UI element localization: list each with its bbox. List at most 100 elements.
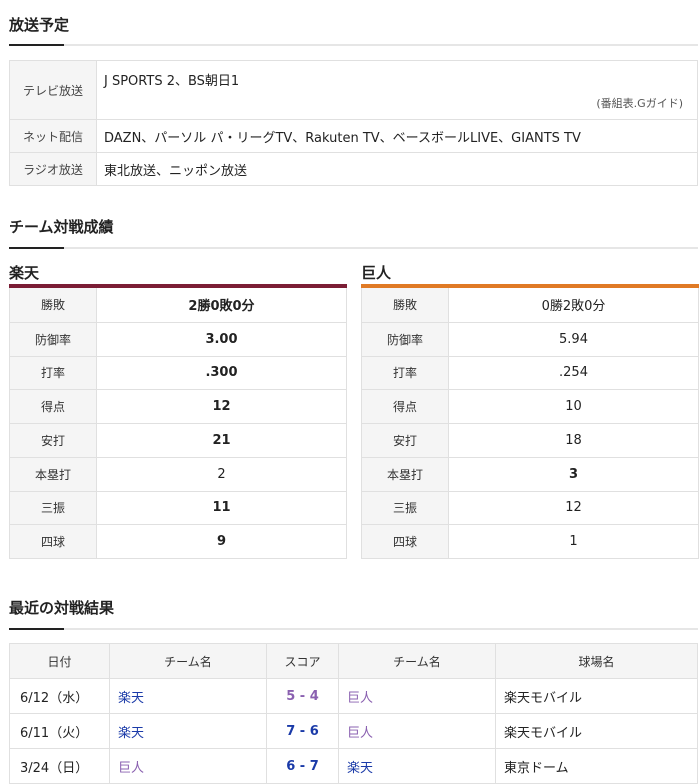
stat-value: 9 xyxy=(216,534,227,550)
stat-label: 勝敗 xyxy=(362,288,449,322)
result-date: 6/11（火） xyxy=(20,725,89,741)
broadcast-table: テレビ放送 J SPORTS 2、BS朝日1 (番組表.Gガイド) ネット配信 … xyxy=(9,60,698,186)
stat-label: 打率 xyxy=(10,356,97,390)
result-park: 楽天モバイル xyxy=(495,678,698,714)
stat-row-rakuten: 防御率 3.00 xyxy=(10,321,346,356)
stat-value: 5.94 xyxy=(559,331,588,347)
stat-label: 安打 xyxy=(10,424,97,457)
team-stats-giants: 巨人 勝敗 0勝2敗0分防御率 5.94 打率 .254 得点 10 安打 18 本塁打 3 三振 12… xyxy=(361,262,699,559)
result-team2-link[interactable]: 巨人 xyxy=(347,726,373,741)
stat-value: 12 xyxy=(565,500,582,516)
stat-row-rakuten: 得点 12 xyxy=(10,389,346,423)
result-date: 6/11（火） xyxy=(9,713,110,749)
stat-row-giants: 防御率 5.94 xyxy=(362,321,698,356)
recent-results-section-rule xyxy=(9,628,698,630)
broadcast-value-tv: J SPORTS 2、BS朝日1 xyxy=(104,74,240,89)
stat-row-rakuten: 本塁打 2 xyxy=(10,456,346,491)
result-score-cell: 5 - 4 xyxy=(266,678,339,714)
team-record-section-title: チーム対戦成績 xyxy=(9,218,114,236)
stat-label: 得点 xyxy=(362,390,449,423)
stat-value: 2勝0敗0分 xyxy=(188,299,255,315)
result-team2-cell: 巨人 xyxy=(338,713,496,749)
stat-label: 本塁打 xyxy=(362,457,449,491)
broadcast-section-title: 放送予定 xyxy=(9,16,70,34)
stat-row-giants: 打率 .254 xyxy=(362,355,698,390)
result-score-cell: 7 - 6 xyxy=(266,713,339,749)
team-record-section-rule xyxy=(9,247,698,249)
header-score: スコア xyxy=(266,643,339,679)
result-team2-link[interactable]: 楽天 xyxy=(347,761,373,776)
stat-label: 得点 xyxy=(10,390,97,423)
result-row: 3/24（日） 巨人 6 - 7 楽天 東京ドーム xyxy=(9,748,698,784)
broadcast-label-tv: テレビ放送 xyxy=(10,61,97,119)
stat-value: 2 xyxy=(217,466,226,482)
stats-table-rakuten: 勝敗 2勝0敗0分 防御率 3.00 打率 .300 得点 12 安打 21 本塁打 2 三振 11 四球 9 xyxy=(9,288,347,559)
stat-row-giants: 得点 10 xyxy=(362,389,698,423)
result-score-link[interactable]: 6 - 7 xyxy=(286,759,319,774)
broadcast-row-net: ネット配信 DAZN、パーソル パ・リーグTV、Rakuten TV、ベースボー… xyxy=(10,119,697,152)
stat-value: 3 xyxy=(568,466,579,482)
result-team2-cell: 楽天 xyxy=(338,748,496,784)
stat-value: 11 xyxy=(212,500,231,516)
stat-row-giants: 三振 12 xyxy=(362,490,698,525)
stat-value: 21 xyxy=(212,432,231,448)
result-score-link[interactable]: 7 - 6 xyxy=(286,724,319,739)
result-team2-cell: 巨人 xyxy=(338,678,496,714)
result-park: 東京ドーム xyxy=(504,760,569,776)
stat-value: 18 xyxy=(565,432,582,448)
stat-value: 0勝2敗0分 xyxy=(541,299,606,315)
result-park: 楽天モバイル xyxy=(504,690,583,706)
tv-guide-link[interactable]: (番組表.Gガイド) xyxy=(596,95,683,111)
stat-row-giants: 本塁打 3 xyxy=(362,456,698,491)
result-team2-link[interactable]: 巨人 xyxy=(347,691,373,706)
recent-results-section-title: 最近の対戦結果 xyxy=(9,599,115,617)
stat-row-giants: 安打 18 xyxy=(362,423,698,457)
broadcast-row-radio: ラジオ放送 東北放送、ニッポン放送 xyxy=(10,152,697,185)
result-team1-cell: 楽天 xyxy=(109,713,267,749)
stat-value: 10 xyxy=(565,399,582,415)
result-team1-link[interactable]: 楽天 xyxy=(118,691,144,706)
result-park: 楽天モバイル xyxy=(495,713,698,749)
stat-label: 防御率 xyxy=(10,322,97,356)
stat-label: 安打 xyxy=(362,424,449,457)
broadcast-value-radio: 東北放送、ニッポン放送 xyxy=(104,163,248,179)
result-score-cell: 6 - 7 xyxy=(266,748,339,784)
header-team1: チーム名 xyxy=(109,643,267,679)
stat-label: 四球 xyxy=(10,525,97,558)
result-row: 6/11（火） 楽天 7 - 6 巨人 楽天モバイル xyxy=(9,713,698,749)
result-park: 楽天モバイル xyxy=(504,725,583,741)
stat-label: 三振 xyxy=(10,491,97,525)
stat-row-rakuten: 打率 .300 xyxy=(10,355,346,390)
result-park: 東京ドーム xyxy=(495,748,698,784)
result-date: 6/12（水） xyxy=(20,690,89,706)
result-date: 6/12（水） xyxy=(9,678,110,714)
stat-row-giants: 勝敗 0勝2敗0分 xyxy=(362,288,698,322)
stat-value: .254 xyxy=(559,365,588,381)
stat-row-rakuten: 三振 11 xyxy=(10,490,346,525)
stat-value: 12 xyxy=(212,399,231,415)
stat-value: 3.00 xyxy=(205,331,238,347)
stats-table-giants: 勝敗 0勝2敗0分防御率 5.94 打率 .254 得点 10 安打 18 本塁打 3 三振 12 四球 1 xyxy=(361,288,699,559)
stat-row-rakuten: 安打 21 xyxy=(10,423,346,457)
result-row: 6/12（水） 楽天 5 - 4 巨人 楽天モバイル xyxy=(9,678,698,714)
stat-label: 打率 xyxy=(362,356,449,390)
result-team1-link[interactable]: 巨人 xyxy=(118,761,144,776)
result-score-link[interactable]: 5 - 4 xyxy=(286,689,319,704)
broadcast-label-radio: ラジオ放送 xyxy=(10,153,97,185)
stat-value: 1 xyxy=(569,534,578,550)
broadcast-row-tv: テレビ放送 J SPORTS 2、BS朝日1 (番組表.Gガイド) xyxy=(10,61,697,119)
header-date: 日付 xyxy=(9,643,110,679)
result-team1-cell: 巨人 xyxy=(109,748,267,784)
team-stats-rakuten: 楽天 勝敗 2勝0敗0分 防御率 3.00 打率 .300 得点 12 安打 21 本塁打 2 三振 11… xyxy=(9,262,347,559)
result-team1-link[interactable]: 楽天 xyxy=(118,726,144,741)
header-park: 球場名 xyxy=(495,643,698,679)
result-team1-cell: 楽天 xyxy=(109,678,267,714)
stat-label: 防御率 xyxy=(362,322,449,356)
header-team2: チーム名 xyxy=(338,643,496,679)
team-name-giants: 巨人 xyxy=(361,264,392,282)
stat-label: 四球 xyxy=(362,525,449,558)
recent-results-table: 日付 チーム名 スコア チーム名 球場名 6/12（水） 楽天 5 - 4 巨人 楽天モ… xyxy=(9,643,698,784)
result-date: 3/24（日） xyxy=(20,760,89,776)
broadcast-value-net: DAZN、パーソル パ・リーグTV、Rakuten TV、ベースボールLIVE、… xyxy=(104,130,581,146)
team-name-rakuten: 楽天 xyxy=(9,264,40,282)
